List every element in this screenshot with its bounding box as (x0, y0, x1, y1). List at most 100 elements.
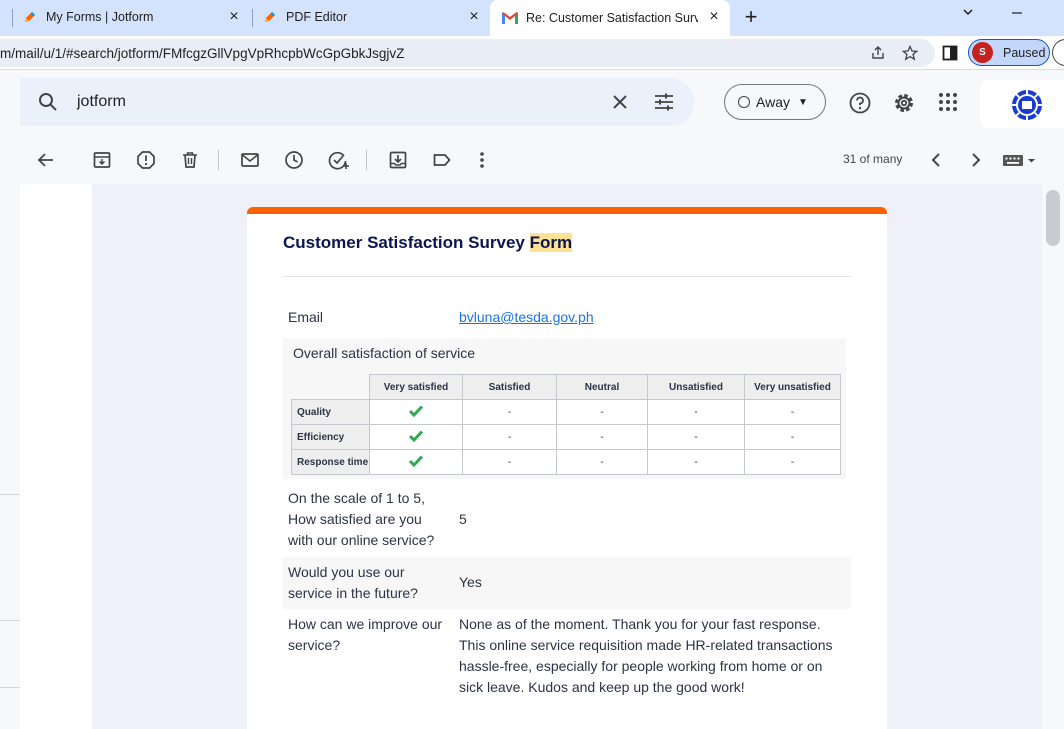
email-row: Email bvluna@tesda.gov.ph (283, 307, 851, 328)
improve-answer-line: sick leave. Kudos and keep up the good w… (459, 679, 745, 695)
tab-close-icon[interactable]: × (466, 9, 482, 25)
email-link[interactable]: bvluna@tesda.gov.ph (459, 307, 594, 328)
tesda-seal-icon (1012, 90, 1042, 120)
tab-search-chevron-icon[interactable] (961, 5, 975, 22)
matrix-cell: - (462, 399, 557, 425)
search-icon[interactable] (38, 92, 58, 117)
tab-pdf-editor[interactable]: PDF Editor × (262, 0, 490, 34)
scale-question-label: How satisfied are you (288, 511, 422, 527)
jotform-submission-card: Customer Satisfaction Survey Form Email … (247, 207, 887, 729)
status-dropdown[interactable]: Away ▼ (724, 84, 826, 120)
improve-question-row: How can we improve our service? None as … (283, 614, 851, 704)
more-vertical-icon[interactable] (472, 150, 492, 170)
email-label: Email (288, 309, 324, 325)
label-tag-icon[interactable] (432, 150, 452, 170)
browser-menu-button[interactable] (1052, 39, 1064, 66)
matrix-cell: - (647, 424, 745, 450)
avatar: S (972, 42, 993, 63)
message-toolbar: 31 of many (0, 136, 1064, 184)
matrix-row-label: Quality (291, 399, 370, 425)
profile-button[interactable]: S Paused (968, 39, 1050, 66)
archive-icon[interactable] (92, 150, 112, 170)
add-task-icon[interactable] (328, 150, 349, 170)
tab-gmail-active[interactable]: Re: Customer Satisfaction Survey × (490, 0, 730, 36)
overall-satisfaction-section: Overall satisfaction of service Very sat… (283, 338, 846, 479)
mark-unread-icon[interactable] (240, 150, 260, 170)
scale-question-label: On the scale of 1 to 5, (288, 490, 425, 506)
check-icon (369, 399, 463, 425)
profile-status: Paused (1003, 45, 1046, 60)
matrix-cell: - (462, 424, 557, 450)
jotform-pencil-icon (22, 9, 38, 25)
check-icon (369, 424, 463, 450)
mail-search-bar[interactable]: jotform (20, 78, 694, 126)
toolbar-divider (218, 150, 219, 170)
clear-search-icon[interactable] (610, 92, 630, 117)
bookmark-star-icon[interactable] (901, 44, 919, 61)
minimize-icon[interactable] (1010, 6, 1024, 23)
settings-gear-icon[interactable] (893, 92, 915, 114)
back-arrow-icon[interactable] (36, 150, 56, 170)
organization-logo[interactable] (980, 80, 1064, 128)
url-text[interactable]: m/mail/u/1/#search/jotform/FMfcgzGllVpgV… (0, 46, 404, 61)
matrix-row-efficiency: Efficiency - - - - (291, 424, 841, 450)
matrix-column-header: Satisfied (462, 374, 557, 400)
matrix-column-header: Neutral (556, 374, 648, 400)
omnibox[interactable]: m/mail/u/1/#search/jotform/FMfcgzGllVpgV… (0, 39, 935, 67)
pagination-count: 31 of many (843, 152, 903, 166)
title-divider (283, 276, 851, 277)
search-input[interactable]: jotform (77, 93, 126, 111)
snooze-clock-icon[interactable] (284, 150, 304, 170)
nav-divider (0, 687, 20, 688)
future-use-row: Would you use our service in the future?… (283, 557, 851, 609)
report-spam-icon[interactable] (136, 150, 156, 170)
away-status-icon (738, 96, 750, 108)
tab-title: PDF Editor (286, 10, 348, 24)
help-icon[interactable] (849, 92, 871, 114)
tab-close-icon[interactable]: × (226, 9, 242, 25)
overall-satisfaction-label: Overall satisfaction of service (293, 345, 476, 361)
matrix-column-header: Unsatisfied (647, 374, 745, 400)
input-tools-keyboard-icon[interactable] (1003, 150, 1039, 170)
scale-question-row: On the scale of 1 to 5, How satisfied ar… (283, 488, 851, 555)
form-title-highlight: Form (529, 233, 573, 252)
search-options-icon[interactable] (653, 92, 675, 117)
caret-down-icon: ▼ (797, 96, 808, 108)
status-label: Away (756, 94, 790, 110)
matrix-row-label: Efficiency (291, 424, 370, 450)
share-icon[interactable] (870, 45, 886, 61)
tab-separator (252, 9, 253, 27)
matrix-row-label: Response time (291, 449, 370, 475)
improve-question-label: service? (288, 637, 341, 653)
matrix-cell: - (556, 424, 648, 450)
tab-my-forms[interactable]: My Forms | Jotform × (22, 0, 250, 34)
tab-title: Re: Customer Satisfaction Survey (526, 11, 698, 25)
newer-chevron-left-icon[interactable] (926, 150, 946, 170)
side-panel-icon[interactable] (942, 45, 958, 61)
move-to-icon[interactable] (388, 150, 408, 170)
gmail-header: jotform Away ▼ (0, 70, 1064, 136)
browser-tab-strip: My Forms | Jotform × PDF Editor × Re: Cu… (0, 0, 1064, 36)
matrix-cell: - (462, 449, 557, 475)
matrix-cell: - (556, 449, 648, 475)
delete-trash-icon[interactable] (180, 150, 200, 170)
scale-question-label: with our online service? (288, 532, 435, 548)
scrollbar-thumb[interactable] (1046, 190, 1060, 246)
improve-answer-line: This online service requisition made HR-… (459, 637, 833, 653)
future-question-label: service in the future? (288, 585, 418, 601)
older-chevron-right-icon[interactable] (966, 150, 986, 170)
matrix-row-quality: Quality - - - - (291, 399, 841, 425)
nav-divider (0, 620, 20, 621)
apps-grid-icon[interactable] (938, 92, 960, 114)
improve-answer-line: None as of the moment. Thank you for you… (459, 616, 821, 632)
left-navigation-edge (0, 184, 20, 729)
new-tab-plus-icon[interactable]: + (740, 6, 762, 29)
tab-close-icon[interactable]: × (706, 9, 722, 25)
check-icon (369, 449, 463, 475)
scale-answer: 5 (459, 511, 467, 527)
jotform-pencil-icon (262, 9, 278, 25)
accent-bar (247, 207, 887, 214)
matrix-row-response-time: Response time - - - - (291, 449, 841, 475)
matrix-cell: - (744, 449, 841, 475)
improve-question-label: How can we improve our (288, 616, 443, 632)
